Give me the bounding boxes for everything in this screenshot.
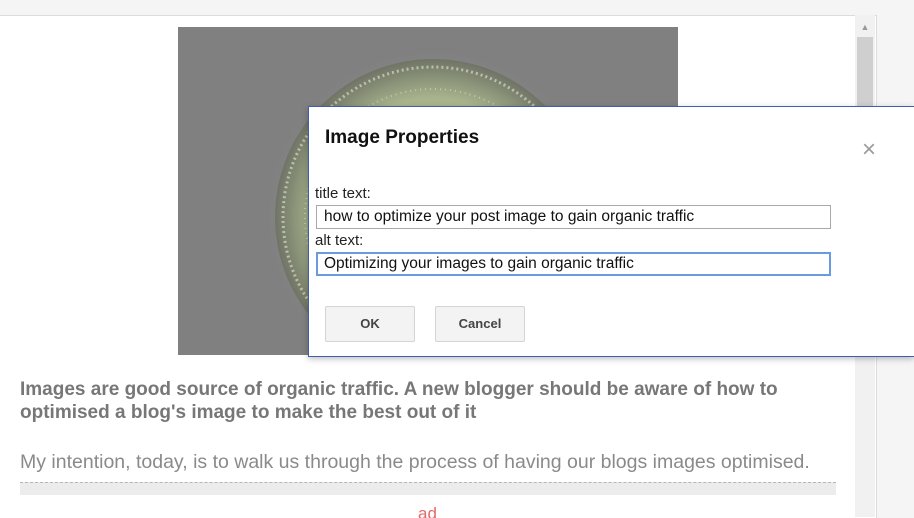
ok-button[interactable]: OK xyxy=(325,306,415,342)
title-text-label: title text: xyxy=(315,185,371,202)
intro-paragraph: My intention, today, is to walk us throu… xyxy=(20,451,810,473)
title-text-input[interactable] xyxy=(316,205,831,229)
intro-bold-paragraph: Images are good source of organic traffi… xyxy=(20,379,778,423)
dialog-title: Image Properties xyxy=(325,127,480,148)
close-icon[interactable]: × xyxy=(858,138,880,162)
cancel-button[interactable]: Cancel xyxy=(435,306,525,342)
image-properties-dialog: Image Properties × title text: alt text:… xyxy=(308,106,914,357)
scroll-thumb[interactable] xyxy=(857,37,873,117)
ad-label: ad xyxy=(418,504,437,518)
alt-text-label: alt text: xyxy=(315,232,364,249)
scroll-up-arrow-icon[interactable]: ▲ xyxy=(855,17,875,37)
ad-divider xyxy=(20,482,836,495)
alt-text-input[interactable] xyxy=(316,252,831,276)
